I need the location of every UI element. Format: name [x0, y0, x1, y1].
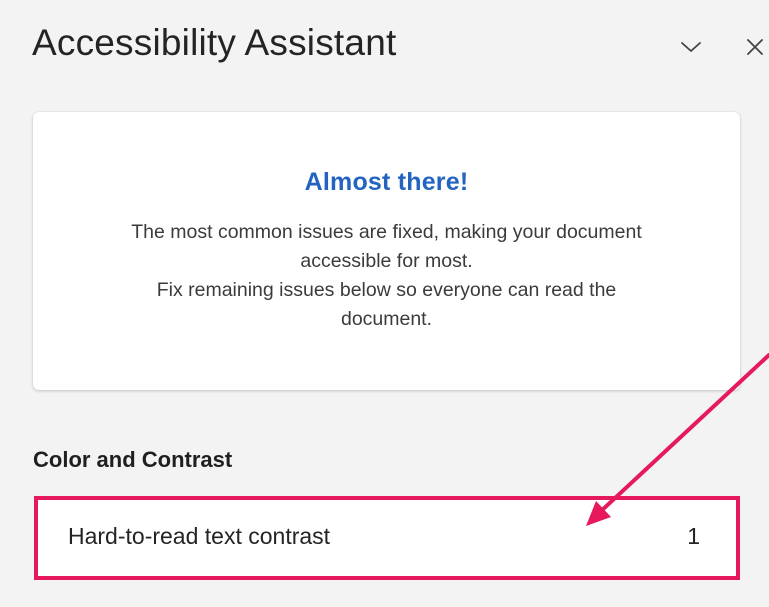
status-message-line: The most common issues are fixed, making…	[131, 221, 642, 243]
status-message-line: Fix remaining issues below so everyone c…	[156, 279, 617, 301]
pane-title: Accessibility Assistant	[32, 22, 397, 63]
close-button[interactable]	[740, 30, 769, 64]
chevron-down-icon	[681, 42, 701, 52]
collapse-button[interactable]	[676, 30, 706, 64]
status-message: The most common issues are fixed, making…	[63, 218, 710, 334]
status-heading: Almost there!	[304, 168, 469, 196]
status-message-line: document.	[340, 308, 433, 330]
section-title-color-contrast: Color and Contrast	[33, 447, 233, 472]
issue-row-hard-to-read-contrast[interactable]: Hard-to-read text contrast 1	[34, 496, 740, 580]
accessibility-assistant-pane: Accessibility Assistant Almost there! Th…	[0, 0, 769, 607]
status-card: Almost there! The most common issues are…	[33, 112, 740, 390]
issue-count: 1	[687, 523, 700, 549]
close-icon	[747, 39, 763, 55]
status-message-line: accessible for most.	[300, 250, 473, 272]
issue-label: Hard-to-read text contrast	[68, 523, 331, 549]
